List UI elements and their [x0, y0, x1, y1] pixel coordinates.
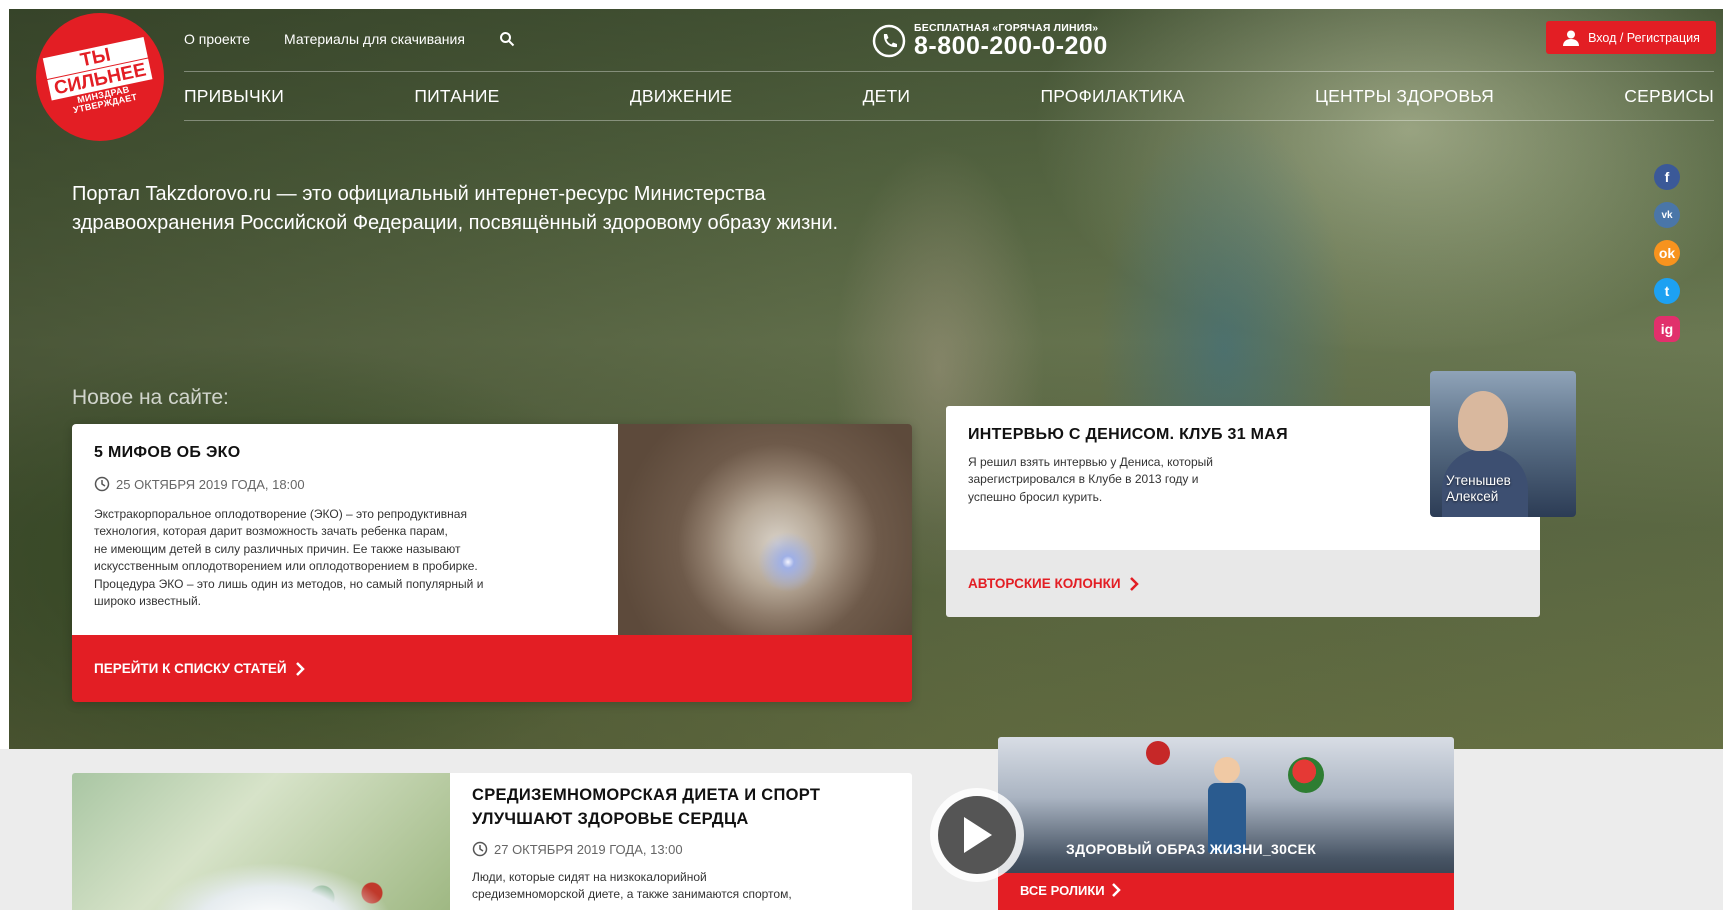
articles-list-label: ПЕРЕЙТИ К СПИСКУ СТАТЕЙ	[94, 661, 287, 676]
nav-prevention[interactable]: ПРОФИЛАКТИКА	[1040, 86, 1184, 107]
user-icon	[1563, 30, 1580, 46]
clock-icon	[94, 476, 110, 492]
articles-list-link[interactable]: ПЕРЕЙТИ К СПИСКУ СТАТЕЙ	[72, 635, 912, 702]
about-link[interactable]: О проекте	[184, 31, 250, 47]
intro-text: Портал Takzdorovo.ru — это официальный и…	[72, 183, 839, 234]
chevron-right-icon	[1111, 883, 1121, 897]
login-label: Вход / Регистрация	[1588, 30, 1700, 45]
desc-line: технология, которая дарит возможность за…	[94, 524, 448, 539]
author-columns-label: АВТОРСКИЕ КОЛОНКИ	[968, 576, 1121, 591]
nav-services[interactable]: СЕРВИСЫ	[1624, 86, 1714, 107]
vk-icon[interactable]: vk	[1654, 202, 1680, 228]
clock-icon	[472, 841, 488, 857]
social-links: f vk ok t ig	[1654, 164, 1680, 342]
desc-line: широко известный.	[94, 594, 201, 609]
author-photo[interactable]: Утенышев Алексей	[1430, 371, 1576, 517]
main-article-desc: Экстракорпоральное оплодотворение (ЭКО) …	[94, 506, 596, 610]
second-article-date-text: 27 ОКТЯБРЯ 2019 ГОДА, 13:00	[494, 841, 683, 857]
twitter-icon[interactable]: t	[1654, 278, 1680, 304]
instagram-icon[interactable]: ig	[1654, 316, 1680, 342]
chevron-right-icon	[1129, 576, 1139, 591]
author-columns-link[interactable]: АВТОРСКИЕ КОЛОНКИ	[946, 550, 1540, 617]
all-videos-label: ВСЕ РОЛИКИ	[1020, 883, 1105, 898]
desc-line: успешно бросил курить.	[968, 489, 1103, 504]
hotline-number[interactable]: 8-800-200-0-200	[914, 34, 1108, 59]
login-button[interactable]: Вход / Регистрация	[1546, 21, 1716, 54]
hotline[interactable]: БЕСПЛАТНАЯ «ГОРЯЧАЯ ЛИНИЯ» 8-800-200-0-2…	[872, 22, 1108, 59]
all-videos-link[interactable]: ВСЕ РОЛИКИ	[998, 873, 1454, 910]
desc-line: Экстракорпоральное оплодотворение (ЭКО) …	[94, 507, 467, 521]
main-article-date-text: 25 ОКТЯБРЯ 2019 ГОДА, 18:00	[116, 476, 305, 492]
play-icon	[964, 817, 992, 853]
main-article-date: 25 ОКТЯБРЯ 2019 ГОДА, 18:00	[94, 476, 596, 492]
interview-desc: Я решил взять интервью у Дениса, который…	[968, 454, 1268, 506]
main-article-title[interactable]: 5 МИФОВ ОБ ЭКО	[94, 444, 596, 462]
phone-icon	[872, 24, 906, 57]
interview-title[interactable]: ИНТЕРВЬЮ С ДЕНИСОМ. КЛУБ 31 МАЯ	[968, 424, 1288, 446]
ivf-image[interactable]	[618, 424, 912, 635]
site-logo[interactable]: # ТЫ СИЛЬНЕЕ МИНЗДРАВ УТВЕРЖДАЕТ	[36, 13, 164, 141]
top-links: О проекте Материалы для скачивания	[184, 31, 515, 47]
facebook-icon[interactable]: f	[1654, 164, 1680, 190]
main-article-card[interactable]: 5 МИФОВ ОБ ЭКО 25 ОКТЯБРЯ 2019 ГОДА, 18:…	[72, 424, 912, 702]
nav-habits[interactable]: ПРИВЫЧКИ	[184, 86, 284, 107]
play-button[interactable]	[930, 788, 1024, 882]
new-on-site-label: Новое на сайте:	[72, 386, 229, 409]
desc-line: средиземноморской диете, а также занимаю…	[472, 887, 792, 902]
odnoklassniki-icon[interactable]: ok	[1654, 240, 1680, 266]
second-article-desc: Люди, которые сидят на низкокалорийной с…	[472, 869, 902, 904]
author-name: Утенышев Алексей	[1446, 473, 1511, 505]
second-article-date: 27 ОКТЯБРЯ 2019 ГОДА, 13:00	[472, 841, 902, 857]
second-article-title[interactable]: СРЕДИЗЕМНОМОРСКАЯ ДИЕТА И СПОРТ УЛУЧШАЮТ…	[472, 783, 902, 831]
nav-children[interactable]: ДЕТИ	[863, 86, 911, 107]
video-title[interactable]: ЗДОРОВЫЙ ОБРАЗ ЖИЗНИ_30СЕК	[1066, 841, 1316, 857]
salad-image[interactable]	[72, 773, 450, 910]
downloads-link[interactable]: Материалы для скачивания	[284, 31, 465, 47]
nav-health-centers[interactable]: ЦЕНТРЫ ЗДОРОВЬЯ	[1315, 86, 1494, 107]
video-card[interactable]: ЗДОРОВЫЙ ОБРАЗ ЖИЗНИ_30СЕК ВСЕ РОЛИКИ	[998, 737, 1454, 910]
desc-line: Люди, которые сидят на низкокалорийной	[472, 870, 707, 884]
desc-line: искусственным оплодотворением или оплодо…	[94, 559, 478, 574]
main-nav: ПРИВЫЧКИ ПИТАНИЕ ДВИЖЕНИЕ ДЕТИ ПРОФИЛАКТ…	[184, 71, 1714, 121]
second-article-card[interactable]: СРЕДИЗЕМНОМОРСКАЯ ДИЕТА И СПОРТ УЛУЧШАЮТ…	[72, 773, 912, 910]
chevron-right-icon	[295, 661, 305, 676]
desc-line: зарегистрировался в Клубе в 2013 году и	[968, 472, 1199, 487]
desc-line: Процедура ЭКО – это лишь один из методов…	[94, 576, 484, 591]
nav-movement[interactable]: ДВИЖЕНИЕ	[630, 86, 732, 107]
nav-nutrition[interactable]: ПИТАНИЕ	[414, 86, 499, 107]
search-icon[interactable]	[499, 31, 515, 47]
author-firstname: Алексей	[1446, 489, 1499, 504]
author-surname: Утенышев	[1446, 473, 1511, 488]
desc-line: Я решил взять интервью у Дениса, который	[968, 455, 1213, 469]
desc-line: не имеющим детей в силу различных причин…	[94, 541, 461, 556]
